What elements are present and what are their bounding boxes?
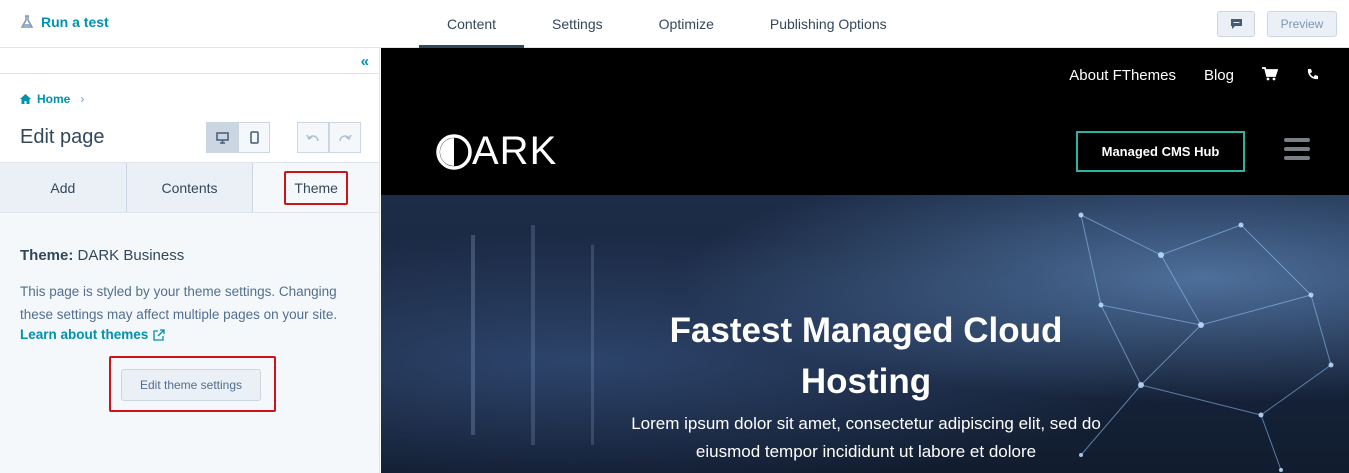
chevron-right-icon: › [80, 92, 85, 106]
comment-icon [1230, 19, 1242, 29]
history-controls [297, 122, 361, 153]
run-test-label: Run a test [41, 14, 109, 30]
managed-cms-hub-button[interactable]: Managed CMS Hub [1076, 131, 1245, 172]
device-toggle [206, 122, 270, 153]
run-test-link[interactable]: Run a test [20, 14, 109, 30]
editor-tabs: Content Settings Optimize Publishing Opt… [419, 0, 915, 48]
undo-button[interactable] [297, 122, 329, 153]
page-title: Edit page [20, 126, 105, 148]
nav-about[interactable]: About FThemes [1069, 67, 1176, 84]
sidebar-tabs: Add Contents Theme [0, 163, 380, 213]
tab-add[interactable]: Add [0, 163, 127, 212]
tab-publishing-options[interactable]: Publishing Options [742, 0, 915, 48]
site-header: ARK Managed CMS Hub [381, 103, 1349, 195]
comments-button[interactable] [1217, 11, 1255, 37]
site-utility-bar: About FThemes Blog [381, 48, 1349, 103]
theme-name-row: Theme: DARK Business [20, 247, 359, 264]
logo-mark [436, 133, 472, 170]
phone-icon[interactable] [1306, 68, 1319, 84]
flask-icon [20, 15, 34, 28]
theme-description: This page is styled by your theme settin… [20, 284, 338, 322]
hero-section: Fastest Managed Cloud Hosting Lorem ipsu… [381, 195, 1349, 473]
tab-theme[interactable]: Theme [253, 163, 380, 212]
learn-link-label: Learn about themes [20, 327, 149, 342]
theme-name: DARK Business [77, 247, 185, 264]
collapse-icon[interactable]: « [361, 53, 369, 70]
tab-theme-label: Theme [284, 170, 348, 205]
external-link-icon [153, 328, 165, 341]
logo-text: ARK [472, 129, 558, 173]
sidebar-collapse-row: « [0, 48, 379, 74]
desktop-icon [215, 131, 229, 144]
page-preview[interactable]: About FThemes Blog ARK Managed CMS Hub F… [381, 48, 1349, 473]
mobile-view-button[interactable] [238, 122, 270, 153]
tab-contents[interactable]: Contents [126, 163, 254, 212]
hero-subtitle: Lorem ipsum dolor sit amet, consectetur … [631, 414, 1101, 461]
tab-settings[interactable]: Settings [524, 0, 631, 48]
theme-label: Theme: [20, 247, 74, 264]
tab-content[interactable]: Content [419, 0, 525, 48]
hamburger-icon[interactable] [1284, 138, 1310, 165]
undo-icon [306, 134, 319, 141]
learn-about-themes-link[interactable]: Learn about themes [20, 327, 165, 342]
breadcrumb[interactable]: Home › [20, 92, 84, 106]
edit-theme-settings-button[interactable]: Edit theme settings [121, 369, 261, 401]
nav-blog[interactable]: Blog [1204, 67, 1234, 84]
desktop-view-button[interactable] [206, 122, 238, 153]
theme-panel: Theme: DARK Business This page is styled… [0, 213, 379, 344]
breadcrumb-home: Home [37, 92, 71, 106]
redo-icon [339, 134, 352, 141]
topbar-actions: Preview [1217, 11, 1337, 37]
cart-icon[interactable] [1262, 67, 1279, 84]
edit-theme-highlight: Edit theme settings [109, 356, 276, 412]
sidebar-header: Home › Edit page [0, 74, 379, 163]
preview-button[interactable]: Preview [1267, 11, 1337, 37]
home-icon [20, 94, 31, 104]
mobile-icon [249, 131, 259, 144]
hero-title: Fastest Managed Cloud Hosting [669, 311, 1063, 401]
site-logo[interactable]: ARK [436, 129, 557, 174]
editor-topbar: Run a test Content Settings Optimize Pub… [0, 0, 1349, 48]
redo-button[interactable] [329, 122, 361, 153]
editor-sidebar: « Home › Edit page Add Contents Theme Th… [0, 48, 380, 473]
tab-optimize[interactable]: Optimize [631, 0, 742, 48]
